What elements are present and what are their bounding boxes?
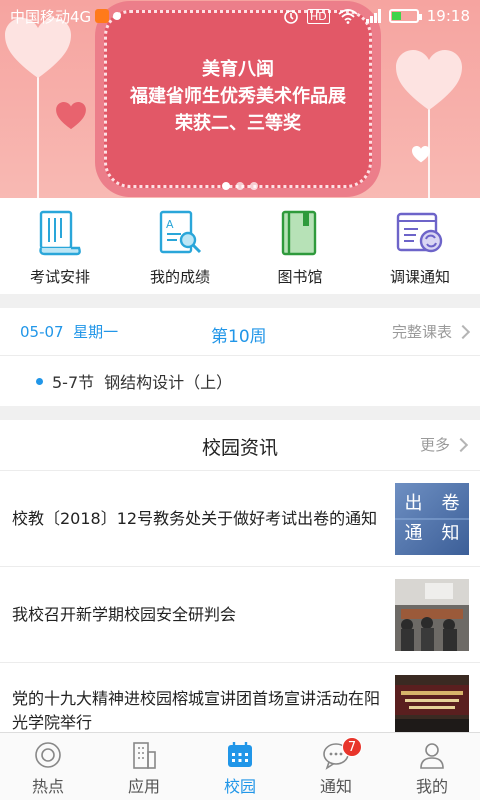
nav-tab-mine[interactable]: 我的: [384, 733, 480, 800]
unread-badge: 7: [342, 737, 362, 757]
chevron-right-icon: [455, 324, 471, 339]
heart-string: [37, 70, 39, 198]
full-timetable-link[interactable]: 完整课表: [391, 321, 471, 342]
news-thumbnail: 出 卷 通 知: [395, 483, 469, 555]
quick-item-library[interactable]: 图书馆: [240, 198, 360, 294]
schedule-header: 05-07 星期一 第10周 完整课表: [0, 308, 480, 356]
news-more-link[interactable]: 更多: [419, 434, 469, 455]
nav-label: 我的: [415, 777, 448, 796]
today-schedule-card: 05-07 星期一 第10周 完整课表 5-7节 钢结构设计（上）: [0, 308, 480, 406]
chevron-right-icon: [453, 437, 469, 452]
course-name: 钢结构设计（上）: [104, 373, 233, 392]
exam-scroll-icon: [39, 210, 81, 256]
thumb-char: 通: [404, 523, 423, 544]
wifi-icon: [338, 9, 358, 24]
nav-label: 通知: [319, 777, 352, 796]
grade-search-icon: A: [159, 210, 202, 254]
nav-tab-hot[interactable]: 热点: [0, 733, 96, 800]
news-item-title: 我校召开新学期校园安全研判会: [12, 604, 237, 624]
news-more-label: 更多: [419, 436, 450, 454]
thumb-char: 出: [404, 493, 423, 514]
quick-item-exam[interactable]: 考试安排: [0, 198, 120, 294]
course-period: 5-7节: [52, 373, 95, 392]
schedule-change-icon: [396, 212, 443, 253]
quick-item-schedule-change[interactable]: 调课通知: [360, 198, 480, 294]
news-header: 校园资讯 更多: [0, 420, 480, 470]
quick-item-label: 调课通知: [389, 268, 450, 286]
thumb-char: 知: [441, 523, 460, 544]
status-bar: 中国移动4G HD 19:18: [0, 0, 480, 32]
full-timetable-label: 完整课表: [391, 323, 452, 341]
banner-text: 美育八闽 福建省师生优秀美术作品展 荣获二、三等奖: [104, 56, 372, 137]
battery-icon: [388, 9, 422, 23]
alarm-icon: [284, 10, 298, 24]
banner-line-1: 美育八闽: [202, 59, 274, 80]
campus-news-section: 校园资讯 更多 校教〔2018〕12号教务处关于做好考试出卷的通知 出 卷 通 …: [0, 420, 480, 732]
banner-pager: [0, 182, 480, 190]
news-item-title: 校教〔2018〕12号教务处关于做好考试出卷的通知: [12, 508, 378, 528]
event-photo-image: [395, 675, 469, 732]
nav-label: 应用: [127, 777, 160, 796]
news-section-title: 校园资讯: [201, 437, 278, 459]
quick-access-bar: 考试安排 A 我的成绩 图书馆 调课通知: [0, 198, 480, 294]
banner-line-2: 福建省师生优秀美术作品展: [130, 86, 346, 107]
nav-tab-apps[interactable]: 应用: [96, 733, 192, 800]
campus-calendar-icon: [228, 742, 252, 767]
news-item[interactable]: 党的十九大精神进校园榕城宣讲团首场宣讲活动在阳光学院举行: [0, 662, 480, 732]
news-item[interactable]: 校教〔2018〕12号教务处关于做好考试出卷的通知 出 卷 通 知: [0, 470, 480, 566]
news-thumbnail: [395, 675, 469, 732]
small-heart-icon: [412, 146, 430, 163]
schedule-date: 05-07 星期一: [20, 321, 118, 342]
bullet-icon: [36, 377, 43, 385]
thumb-char: 卷: [441, 493, 460, 514]
weekday-text: 星期一: [73, 323, 119, 341]
signal-icon: [365, 9, 381, 23]
pager-dot[interactable]: [250, 182, 258, 190]
heart-balloon-icon: [396, 50, 462, 110]
app-notification-icon: [95, 9, 110, 23]
battery-level: [391, 12, 401, 20]
pager-dot[interactable]: [236, 182, 244, 190]
bottom-navigation: 热点 应用 校园 7 通知 我的: [0, 732, 480, 800]
quick-item-grades[interactable]: A 我的成绩: [120, 198, 240, 294]
svg-text:A: A: [166, 218, 174, 231]
quick-item-label: 考试安排: [29, 268, 90, 286]
apps-building-icon: [133, 742, 156, 769]
nav-label: 校园: [223, 777, 256, 796]
banner-line-3: 荣获二、三等奖: [175, 113, 301, 134]
nav-label: 热点: [31, 777, 64, 796]
book-icon: [281, 210, 317, 256]
week-number: 第10周: [211, 327, 267, 347]
small-heart-icon: [56, 102, 86, 130]
hd-icon: HD: [307, 8, 330, 24]
carrier-label: 中国移动4G: [10, 7, 92, 26]
date-text: 05-07: [20, 323, 64, 341]
news-item-title: 党的十九大精神进校园榕城宣讲团首场宣讲活动在阳光学院举行: [12, 688, 381, 732]
profile-icon: [420, 743, 444, 769]
news-item[interactable]: 我校召开新学期校园安全研判会: [0, 566, 480, 662]
nav-tab-notice[interactable]: 7 通知: [288, 733, 384, 800]
quick-item-label: 我的成绩: [149, 268, 210, 286]
thumbnail-caption: 出 卷 通 知: [395, 489, 469, 549]
meeting-photo-image: [395, 579, 469, 651]
dot-icon: [113, 12, 122, 20]
hot-topics-icon: [35, 742, 61, 768]
clock: 19:18: [426, 7, 470, 25]
quick-item-label: 图书馆: [277, 268, 323, 286]
nav-tab-campus[interactable]: 校园: [192, 733, 288, 800]
news-thumbnail: [395, 579, 469, 651]
course-row[interactable]: 5-7节 钢结构设计（上）: [0, 356, 480, 406]
pager-dot[interactable]: [222, 182, 230, 190]
